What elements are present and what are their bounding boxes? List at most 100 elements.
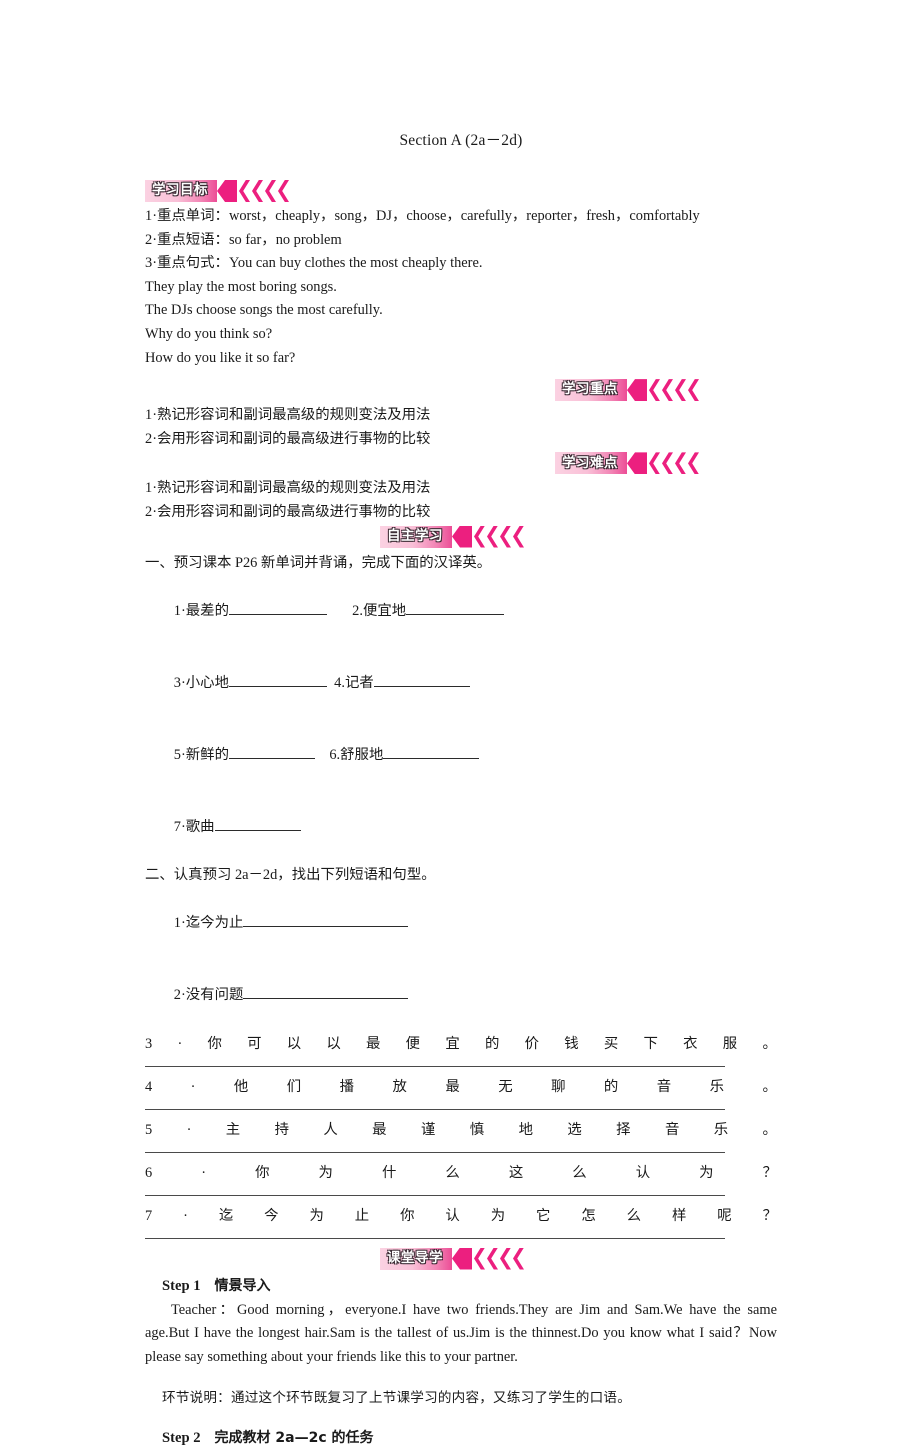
sentence-char: 无	[498, 1078, 513, 1095]
step2-label: Step 2	[162, 1430, 201, 1447]
vocab-label: 最差的	[185, 602, 229, 619]
sentence-char: 择	[616, 1121, 631, 1138]
sentence-char: ？	[762, 1207, 777, 1224]
sentence-char: 认	[445, 1207, 460, 1224]
banner-row-difficult-points: 学习难点	[145, 452, 777, 475]
vocab-blank-input[interactable]	[228, 613, 327, 615]
goals-line: 1·重点单词：worst，cheaply，song，DJ，choose，care…	[145, 208, 700, 224]
step1-heading: Step 1 情景导入	[162, 1274, 777, 1299]
sentence-char: 最	[372, 1121, 387, 1138]
vocab-blank-input[interactable]	[214, 829, 301, 831]
sentence-char: 什	[381, 1164, 397, 1181]
banner-notch-block-goals	[217, 180, 237, 202]
translation-answer-line[interactable]	[145, 1194, 725, 1196]
sentence-char: 你	[400, 1207, 415, 1224]
translation-sentence: 3 · 你 可 以 以 最 便 宜 的 价 钱 买 下 衣 服 。	[145, 1033, 777, 1055]
translation-sentence: 5 · 主 持 人 最 谨 慎 地 选 择 音 乐 。	[145, 1119, 777, 1141]
sentence-char: 为	[309, 1207, 324, 1224]
sentence-char: 他	[233, 1078, 249, 1095]
vocab-blank-input[interactable]	[406, 613, 505, 615]
key-points-list: 1·熟记形容词和副词最高级的规则变法及用法 2·会用形容词和副词的最高级进行事物…	[145, 404, 777, 451]
phrase-blank-input[interactable]	[243, 997, 409, 999]
translation-answer-line[interactable]	[145, 1151, 725, 1153]
chevron-left-icon	[252, 180, 263, 202]
goals-line: The DJs choose songs the most carefully.	[145, 302, 383, 319]
sentence-char: 乐	[709, 1078, 725, 1095]
vocab-label: 歌曲	[185, 818, 215, 835]
vocab-blank-input[interactable]	[373, 685, 470, 687]
vocab-blank-input[interactable]	[383, 757, 480, 759]
step2-heading: Step 2 完成教材 2a—2c 的任务	[162, 1426, 777, 1451]
chevron-left-icon	[487, 1247, 498, 1270]
section-banner-class-guide: 课堂导学	[380, 1247, 524, 1270]
sentence-number: 3	[145, 1035, 153, 1052]
banner-label-key-points: 学习重点	[555, 379, 627, 402]
banner-row-class-guide: 课堂导学	[145, 1247, 777, 1270]
goals-line: 2·重点短语：so far，no problem	[145, 231, 342, 248]
translation-answer-line[interactable]	[145, 1108, 725, 1110]
worksheet-page: Section A (2a－2d) 学习目标 1·重点单词：worst，chea…	[0, 0, 920, 1446]
sentence-char: 。	[762, 1035, 777, 1052]
vocab-spacer	[327, 603, 352, 619]
translation-answer-line[interactable]	[145, 1065, 725, 1067]
sentence-char: 地	[518, 1121, 533, 1138]
translation-answer-line[interactable]	[145, 1237, 725, 1239]
sentence-char: 迄	[218, 1207, 234, 1224]
chevron-group-self-study	[472, 525, 524, 548]
vocab-num: 2.	[352, 602, 363, 619]
difficult-points-line: 1·熟记形容词和副词最高级的规则变法及用法	[145, 480, 431, 497]
vocab-blank-input[interactable]	[228, 757, 315, 759]
sentence-number: 5	[145, 1121, 153, 1138]
sentence-char: 音	[656, 1078, 672, 1095]
chevron-left-icon	[265, 180, 276, 202]
sentence-char: 为	[699, 1164, 714, 1181]
phrase-blank-input[interactable]	[243, 925, 409, 927]
translation-sentence: 6 · 你 为 什 么 这 么 认 为 ？	[145, 1162, 777, 1184]
sentence-char: 衣	[683, 1035, 698, 1052]
step2-title: 完成教材 2a—2c 的任务	[214, 1430, 374, 1447]
chevron-left-icon	[278, 180, 289, 202]
phrase-row: 2·没有问题	[145, 959, 777, 1031]
sentence-char: 以	[326, 1035, 341, 1052]
goals-line: How do you like it so far?	[145, 349, 296, 366]
vocab-label: 记者	[344, 674, 374, 691]
phrase-label: 没有问题	[185, 986, 244, 1003]
chevron-left-icon	[513, 525, 524, 548]
translation-sentence: 7 · 迄 今 为 止 你 认 为 它 怎 么 样 呢 ？	[145, 1205, 777, 1227]
section-note: 环节说明：通过这个环节既复习了上节课学习的内容，又练习了学生的口语。	[162, 1390, 631, 1407]
phrase-row: 1·迄今为止	[145, 887, 777, 959]
sentence-char: 你	[207, 1035, 222, 1052]
goals-list: 1·重点单词：worst，cheaply，song，DJ，choose，care…	[145, 205, 777, 370]
page-content: Section A (2a－2d) 学习目标 1·重点单词：worst，chea…	[145, 128, 777, 1451]
section-banner-self-study: 自主学习	[380, 525, 524, 548]
chevron-left-icon	[239, 180, 250, 202]
sentence-char: 谨	[420, 1121, 436, 1138]
chevron-left-icon	[649, 452, 660, 475]
vocab-label: 舒服地	[340, 746, 384, 763]
chevron-group-class-guide	[472, 1247, 524, 1270]
sentence-char: ·	[186, 1121, 192, 1138]
sentence-char: 为	[318, 1164, 333, 1181]
sentence-char: 的	[484, 1035, 500, 1052]
sentence-char: 今	[264, 1207, 279, 1224]
sentence-char: 怎	[581, 1207, 596, 1224]
chevron-left-icon	[500, 525, 511, 548]
banner-row-key-points: 学习重点	[145, 379, 777, 402]
banner-notch-block-difficult-points	[627, 452, 647, 475]
chevron-left-icon	[662, 452, 673, 475]
task-one-heading: 一、预习课本 P26 新单词并背诵，完成下面的汉译英。	[145, 554, 492, 571]
chevron-left-icon	[487, 525, 498, 548]
banner-row-goals: 学习目标	[145, 180, 777, 202]
goals-line: Why do you think so?	[145, 325, 273, 342]
vocab-num: 4.	[334, 674, 345, 691]
sentence-char: ·	[201, 1164, 207, 1181]
key-points-line: 2·会用形容词和副词的最高级进行事物的比较	[145, 430, 431, 447]
vocab-row: 5·新鲜的 6.舒服地	[145, 719, 777, 791]
banner-label-difficult-points: 学习难点	[555, 452, 627, 475]
vocab-num: 5·	[173, 746, 186, 763]
vocab-blank-input[interactable]	[228, 685, 327, 687]
banner-label-class-guide: 课堂导学	[380, 1247, 452, 1270]
sentence-char: 这	[508, 1164, 524, 1181]
sentence-char: 为	[490, 1207, 506, 1224]
sentence-char: 播	[339, 1078, 355, 1095]
